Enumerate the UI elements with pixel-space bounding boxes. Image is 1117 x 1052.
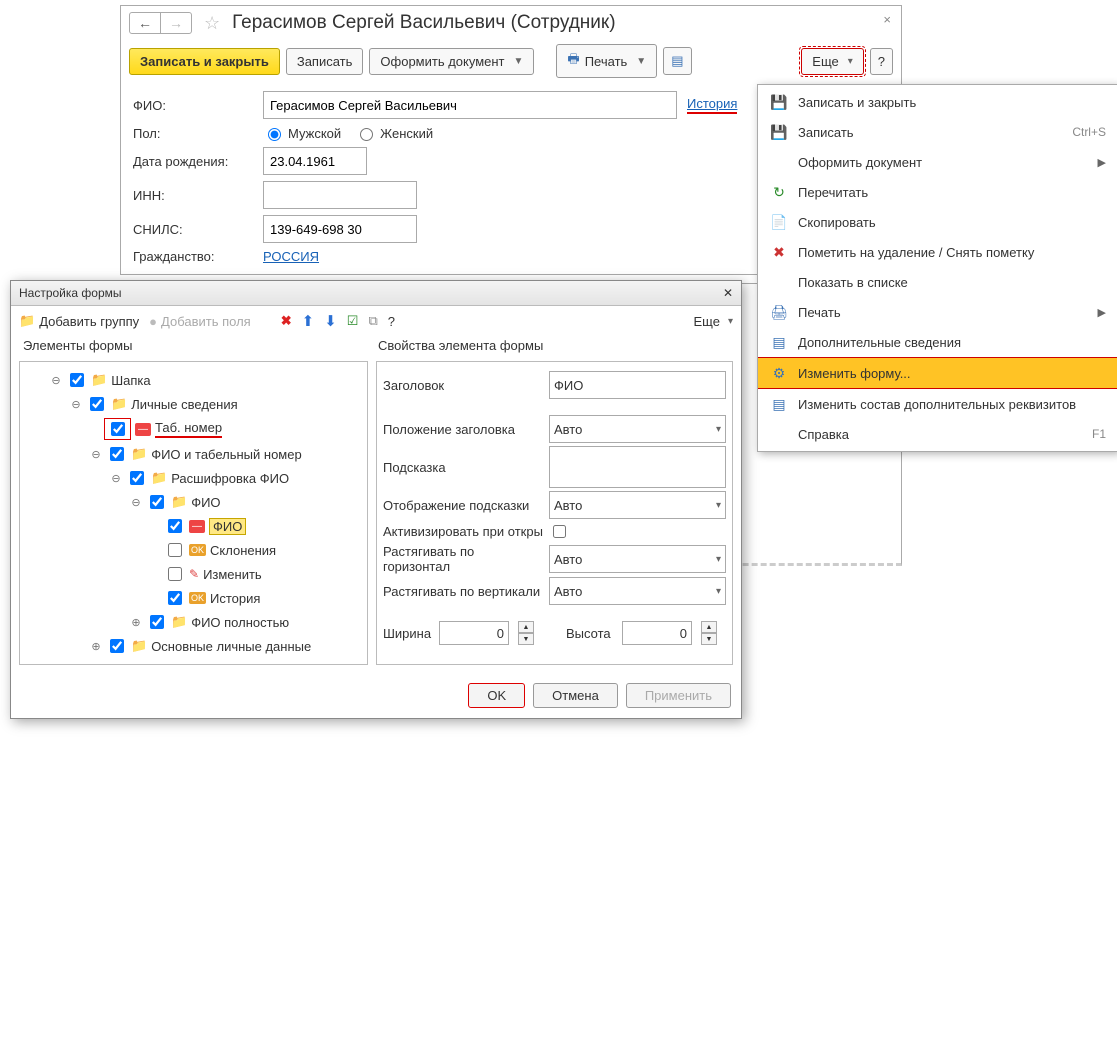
properties-panel: ЗаголовокФИО Положение заголовкаАвто▾ По…	[376, 361, 733, 665]
create-document-button[interactable]: Оформить документ▼	[369, 48, 534, 75]
menu-icon-5: ✖	[770, 243, 788, 261]
menu-label: Изменить состав дополнительных реквизито…	[798, 397, 1076, 412]
prop-title-input[interactable]: ФИО	[549, 371, 726, 399]
width-stepper[interactable]: ▲▼	[518, 621, 534, 645]
menu-label: Скопировать	[798, 215, 876, 230]
move-up-icon[interactable]: ⬆	[302, 312, 315, 330]
snils-label: СНИЛС:	[133, 222, 253, 237]
ok-button[interactable]: OK	[468, 683, 525, 708]
add-fields-button[interactable]: ●Добавить поля	[149, 314, 251, 329]
menu-item-3[interactable]: ↻ Перечитать	[758, 177, 1117, 207]
menu-icon-3: ↻	[770, 183, 788, 201]
copy-icon[interactable]: ⧉	[368, 313, 377, 329]
menu-icon-4: 📄	[770, 213, 788, 231]
menu-label: Показать в списке	[798, 275, 908, 290]
cancel-button[interactable]: Отмена	[533, 683, 618, 708]
menu-label: Дополнительные сведения	[798, 335, 961, 350]
save-button[interactable]: Записать	[286, 48, 364, 75]
history-link[interactable]: История	[687, 96, 737, 114]
more-button[interactable]: Еще▾	[801, 48, 863, 75]
chevron-right-icon: ▶	[1098, 156, 1106, 169]
menu-icon-0: 💾	[770, 93, 788, 111]
form-tree[interactable]: ⊖📁Шапка ⊖📁Личные сведения —Таб. номер ⊖📁…	[19, 361, 368, 665]
menu-item-2[interactable]: Оформить документ ▶	[758, 147, 1117, 177]
move-down-icon[interactable]: ⬇	[324, 312, 337, 330]
gender-male-radio[interactable]: Мужской	[263, 125, 341, 141]
menu-label: Печать	[798, 305, 841, 320]
menu-icon-11	[770, 425, 788, 443]
fio-input[interactable]	[263, 91, 677, 119]
menu-icon-9: ⚙	[770, 364, 788, 382]
prop-stretch-h-select[interactable]: Авто▾	[549, 545, 726, 573]
add-group-button[interactable]: 📁Добавить группу	[19, 313, 139, 329]
menu-item-6[interactable]: Показать в списке	[758, 267, 1117, 297]
menu-label: Перечитать	[798, 185, 868, 200]
menu-icon-10: ▤	[770, 395, 788, 413]
menu-item-5[interactable]: ✖ Пометить на удаление / Снять пометку	[758, 237, 1117, 267]
menu-label: Оформить документ	[798, 155, 922, 170]
menu-item-8[interactable]: ▤ Дополнительные сведения	[758, 327, 1117, 357]
form-settings-dialog: Настройка формы ✕ 📁Добавить группу ●Доба…	[10, 280, 742, 719]
employee-card-top: × ← → ☆ Герасимов Сергей Васильевич (Сот…	[120, 5, 902, 275]
back-icon[interactable]: ←	[130, 13, 161, 33]
gender-label: Пол:	[133, 126, 253, 141]
delete-icon[interactable]: ✖	[281, 313, 292, 329]
menu-label: Изменить форму...	[798, 366, 911, 381]
more-menu: 💾Записать и закрыть💾ЗаписатьCtrl+SОформи…	[757, 84, 1117, 452]
menu-icon-1: 💾	[770, 123, 788, 141]
inn-input[interactable]	[263, 181, 417, 209]
width-input[interactable]: 0	[439, 621, 509, 645]
menu-item-9[interactable]: ⚙ Изменить форму...	[758, 357, 1117, 389]
menu-label: Пометить на удаление / Снять пометку	[798, 245, 1034, 260]
citizenship-link[interactable]: РОССИЯ	[263, 249, 319, 264]
menu-icon-7: 🖨	[770, 303, 788, 321]
menu-label: Записать	[798, 125, 854, 140]
menu-icon-2	[770, 153, 788, 171]
menu-label: Записать и закрыть	[798, 95, 916, 110]
inn-label: ИНН:	[133, 188, 253, 203]
dialog-close-icon[interactable]: ✕	[723, 286, 733, 300]
snils-input[interactable]	[263, 215, 417, 243]
gender-female-radio[interactable]: Женский	[355, 125, 433, 141]
menu-icon-6	[770, 273, 788, 291]
fio-label: ФИО:	[133, 98, 253, 113]
dialog-more-button[interactable]: Еще▾	[694, 314, 733, 329]
menu-item-1[interactable]: 💾ЗаписатьCtrl+S	[758, 117, 1117, 147]
favorite-icon[interactable]: ☆	[204, 13, 220, 34]
close-icon[interactable]: ×	[883, 12, 891, 27]
height-stepper[interactable]: ▲▼	[701, 621, 717, 645]
height-input[interactable]: 0	[622, 621, 692, 645]
apply-button[interactable]: Применить	[626, 683, 731, 708]
print-button[interactable]: 🖶Печать▼	[556, 44, 657, 78]
prop-hintdisp-select[interactable]: Авто▾	[549, 491, 726, 519]
tree-heading: Элементы формы	[23, 338, 366, 353]
menu-item-0[interactable]: 💾 Записать и закрыть	[758, 87, 1117, 117]
chevron-right-icon: ▶	[1098, 306, 1106, 319]
forward-icon[interactable]: →	[161, 13, 191, 33]
dialog-help-icon[interactable]: ?	[388, 314, 395, 329]
menu-item-11[interactable]: СправкаF1	[758, 419, 1117, 449]
dob-label: Дата рождения:	[133, 154, 253, 169]
dialog-title: Настройка формы	[19, 286, 122, 300]
dob-input[interactable]	[263, 147, 367, 175]
nav-arrows: ← →	[129, 12, 192, 34]
prop-activate-checkbox[interactable]	[553, 525, 566, 538]
prop-titlepos-select[interactable]: Авто▾	[549, 415, 726, 443]
page-title: Герасимов Сергей Васильевич (Сотрудник)	[232, 12, 615, 34]
check-all-icon[interactable]: ☑	[347, 313, 359, 329]
save-and-close-button[interactable]: Записать и закрыть	[129, 48, 280, 75]
help-button[interactable]: ?	[870, 48, 893, 75]
props-heading: Свойства элемента формы	[378, 338, 543, 353]
menu-item-4[interactable]: 📄 Скопировать	[758, 207, 1117, 237]
menu-item-7[interactable]: 🖨 Печать ▶	[758, 297, 1117, 327]
prop-hint-input[interactable]	[549, 446, 726, 488]
citizenship-label: Гражданство:	[133, 249, 253, 264]
list-icon[interactable]: ▤	[663, 47, 691, 75]
menu-item-10[interactable]: ▤ Изменить состав дополнительных реквизит…	[758, 389, 1117, 419]
prop-stretch-v-select[interactable]: Авто▾	[549, 577, 726, 605]
menu-label: Справка	[798, 427, 849, 442]
menu-icon-8: ▤	[770, 333, 788, 351]
